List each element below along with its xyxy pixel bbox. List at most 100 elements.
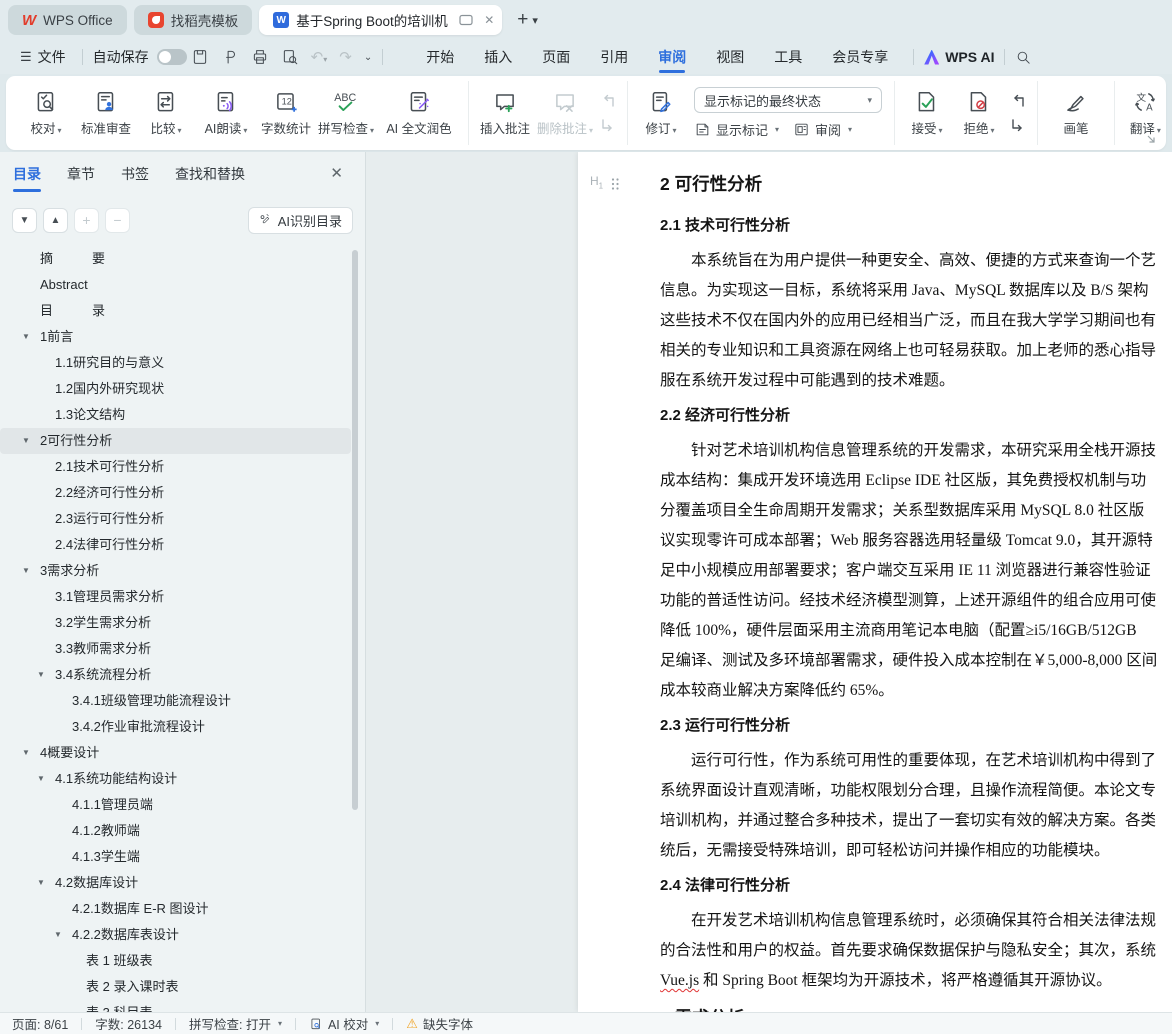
- toc-expand-arrow-icon[interactable]: ▼: [37, 870, 45, 896]
- tab-docer-templates[interactable]: 找稻壳模板: [133, 5, 253, 35]
- toc-item[interactable]: 4.1.1管理员端: [0, 792, 351, 818]
- tab-list-chevron[interactable]: ▾: [532, 14, 538, 27]
- toc-item[interactable]: 3.2学生需求分析: [0, 610, 351, 636]
- file-menu-button[interactable]: ☰ 文件: [14, 47, 72, 67]
- toc-item[interactable]: ▼ 4.2.2数据库表设计: [0, 922, 351, 948]
- toc-item[interactable]: 表 1 班级表: [0, 948, 351, 974]
- spell-check-button[interactable]: ABC 拼写检查 ▾: [316, 81, 376, 145]
- toc-item[interactable]: 4.1.2教师端: [0, 818, 351, 844]
- standard-review-button[interactable]: 标准审查: [76, 81, 136, 145]
- delete-comment-button[interactable]: 删除批注 ▾: [535, 81, 595, 145]
- toc-item[interactable]: 摘 要: [0, 246, 351, 272]
- spellcheck-status[interactable]: 拼写检查: 打开 ▾: [189, 1014, 282, 1033]
- print-preview-icon[interactable]: [281, 48, 299, 66]
- toc-expand-arrow-icon[interactable]: ▼: [22, 428, 30, 454]
- menu-tab-开始[interactable]: 开始: [411, 40, 469, 74]
- sidebar-tab-目录[interactable]: 目录: [13, 152, 41, 196]
- document-page[interactable]: 2 可行性分析 H1 2.1 技术可行性分析 本系统旨在为用户提供一种更安全、高效、便…: [578, 152, 1172, 1012]
- menu-tab-视图[interactable]: 视图: [701, 40, 759, 74]
- word-count-button[interactable]: 12 字数统计: [256, 81, 316, 145]
- accept-changes-button[interactable]: 接受 ▾: [901, 81, 953, 145]
- collapse-all-button[interactable]: ▼: [12, 207, 37, 233]
- word-count-indicator[interactable]: 字数: 26134: [95, 1014, 162, 1033]
- sidebar-tab-查找和替换[interactable]: 查找和替换: [175, 152, 245, 196]
- toc-item[interactable]: 2.4法律可行性分析: [0, 532, 351, 558]
- page-indicator[interactable]: 页面: 8/61: [12, 1014, 68, 1033]
- show-markup-button[interactable]: 显示标记 ▾: [694, 120, 779, 139]
- save-icon[interactable]: [191, 48, 209, 66]
- menu-tab-页面[interactable]: 页面: [527, 40, 585, 74]
- new-tab-button[interactable]: +: [517, 9, 528, 31]
- sidebar-tab-章节[interactable]: 章节: [67, 152, 95, 196]
- toc-item[interactable]: ▼ 3需求分析: [0, 558, 351, 584]
- tab-close-icon[interactable]: ✕: [484, 13, 494, 27]
- toc-item[interactable]: 4.2.1数据库 E-R 图设计: [0, 896, 351, 922]
- toc-item[interactable]: 3.4.1班级管理功能流程设计: [0, 688, 351, 714]
- toc-item[interactable]: 2.1技术可行性分析: [0, 454, 351, 480]
- undo-icon[interactable]: ↶▾: [311, 48, 328, 66]
- ink-pen-button[interactable]: 画笔: [1044, 81, 1108, 145]
- toc-expand-arrow-icon[interactable]: ▼: [54, 922, 62, 948]
- toc-item[interactable]: ▼ 1前言: [0, 324, 351, 350]
- search-icon[interactable]: [1015, 49, 1032, 66]
- previous-comment-icon[interactable]: [598, 93, 618, 109]
- next-change-icon[interactable]: [1008, 117, 1028, 133]
- review-pane-button[interactable]: 审阅 ▾: [793, 120, 852, 139]
- markup-state-dropdown[interactable]: 显示标记的最终状态 ▾: [694, 87, 882, 113]
- reject-changes-button[interactable]: 拒绝 ▾: [953, 81, 1005, 145]
- insert-comment-button[interactable]: 插入批注: [475, 81, 535, 145]
- toc-item[interactable]: 目 录: [0, 298, 351, 324]
- add-heading-button[interactable]: +: [74, 207, 99, 233]
- ai-recognize-toc-button[interactable]: AI识别目录: [247, 206, 353, 234]
- toc-expand-arrow-icon[interactable]: ▼: [22, 740, 30, 766]
- menu-tab-插入[interactable]: 插入: [469, 40, 527, 74]
- ai-proofread-status[interactable]: AI 校对 ▾: [309, 1014, 379, 1033]
- toc-item[interactable]: 4.1.3学生端: [0, 844, 351, 870]
- toc-item[interactable]: ▼ 4.1系统功能结构设计: [0, 766, 351, 792]
- toc-item[interactable]: 1.1研究目的与意义: [0, 350, 351, 376]
- toc-item[interactable]: ▼ 2可行性分析: [0, 428, 351, 454]
- toc-item[interactable]: 2.2经济可行性分析: [0, 480, 351, 506]
- menu-tab-审阅[interactable]: 审阅: [643, 40, 701, 74]
- wps-ai-button[interactable]: WPS AI: [924, 49, 994, 65]
- toc-expand-arrow-icon[interactable]: ▼: [37, 766, 45, 792]
- remove-heading-button[interactable]: −: [105, 207, 130, 233]
- ai-polish-button[interactable]: AI 全文润色: [376, 81, 462, 145]
- toc-item[interactable]: Abstract: [0, 272, 351, 298]
- toc-item[interactable]: ▼ 3.4系统流程分析: [0, 662, 351, 688]
- toc-item[interactable]: 3.4.2作业审批流程设计: [0, 714, 351, 740]
- redo-icon[interactable]: ↷: [339, 48, 352, 66]
- toc-item[interactable]: 1.3论文结构: [0, 402, 351, 428]
- proofread-button[interactable]: 校对 ▾: [16, 81, 76, 145]
- toc-expand-arrow-icon[interactable]: ▼: [22, 324, 30, 350]
- toc-item[interactable]: 表 2 录入课时表: [0, 974, 351, 1000]
- autosave-toggle[interactable]: [156, 49, 187, 65]
- heading-drag-handle[interactable]: H1: [590, 162, 620, 206]
- menu-tab-会员专享[interactable]: 会员专享: [817, 40, 903, 74]
- toc-item[interactable]: ▼ 4概要设计: [0, 740, 351, 766]
- toc-expand-arrow-icon[interactable]: ▼: [22, 558, 30, 584]
- menu-tab-工具[interactable]: 工具: [759, 40, 817, 74]
- tab-wps-home[interactable]: W WPS Office: [8, 5, 127, 35]
- toc-item[interactable]: 1.2国内外研究现状: [0, 376, 351, 402]
- toc-item[interactable]: 3.3教师需求分析: [0, 636, 351, 662]
- print-icon[interactable]: [251, 48, 269, 66]
- toc-item[interactable]: 2.3运行可行性分析: [0, 506, 351, 532]
- ai-read-aloud-button[interactable]: AI朗读 ▾: [196, 81, 256, 145]
- sidebar-close-icon[interactable]: ✕: [330, 164, 343, 182]
- toc-item[interactable]: 3.1管理员需求分析: [0, 584, 351, 610]
- compare-button[interactable]: 比较 ▾: [136, 81, 196, 145]
- toc-expand-arrow-icon[interactable]: ▼: [37, 662, 45, 688]
- track-changes-button[interactable]: 修订 ▾: [634, 81, 688, 145]
- menu-tab-引用[interactable]: 引用: [585, 40, 643, 74]
- export-pdf-icon[interactable]: [221, 48, 239, 66]
- tab-document-active[interactable]: W 基于Spring Boot的培训机构 ✕: [259, 5, 503, 35]
- sidebar-scrollbar[interactable]: [352, 250, 358, 810]
- toc-item[interactable]: ▼ 4.2数据库设计: [0, 870, 351, 896]
- next-comment-icon[interactable]: [598, 117, 618, 133]
- ribbon-expand-icon[interactable]: [1146, 134, 1156, 144]
- share-screen-icon[interactable]: [459, 14, 473, 26]
- missing-font-warning[interactable]: ⚠ 缺失字体: [406, 1014, 473, 1033]
- toolbar-options-chevron[interactable]: ⌄: [364, 52, 372, 63]
- previous-change-icon[interactable]: [1008, 93, 1028, 109]
